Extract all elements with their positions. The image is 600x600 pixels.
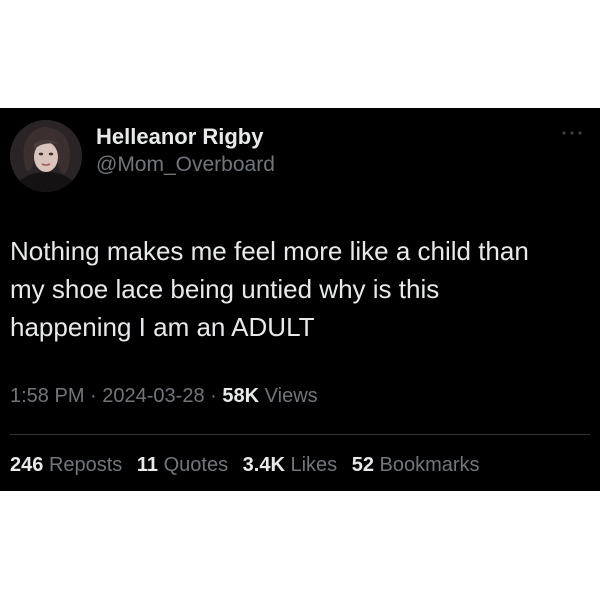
more-horizontal-icon[interactable] <box>558 126 586 140</box>
likes-label: Likes <box>290 454 338 476</box>
tweet-meta: 1:58 PM · 2024-03-28 · 58K Views <box>10 385 318 408</box>
tweet-text-line: Nothing makes me feel more like a child … <box>10 236 529 266</box>
tweet-text: Nothing makes me feel more like a child … <box>10 232 590 346</box>
meta-separator: · <box>210 385 217 407</box>
divider <box>10 434 590 435</box>
display-name[interactable]: Helleanor Rigby <box>96 123 275 151</box>
stat-reposts[interactable]: 246 Reposts <box>10 454 122 476</box>
user-handle[interactable]: @Mom_Overboard <box>96 151 275 179</box>
bookmarks-count: 52 <box>351 454 374 476</box>
profile-photo <box>10 120 82 192</box>
meta-separator: · <box>90 385 97 407</box>
bookmarks-label: Bookmarks <box>379 454 480 476</box>
views-label: Views <box>264 385 318 407</box>
reposts-count: 246 <box>10 454 44 476</box>
stat-likes[interactable]: 3.4K Likes <box>243 454 338 476</box>
engagement-stats: 246 Reposts 11 Quotes 3.4K Likes 52 Book… <box>10 454 480 477</box>
views-count: 58K <box>222 385 260 407</box>
tweet-time[interactable]: 1:58 PM <box>10 385 84 407</box>
tweet-date[interactable]: 2024-03-28 <box>102 385 204 407</box>
tweet-text-line: my shoe lace being untied why is this <box>10 274 440 304</box>
stat-bookmarks[interactable]: 52 Bookmarks <box>352 454 480 476</box>
user-info: Helleanor Rigby @Mom_Overboard <box>96 123 275 179</box>
stat-quotes[interactable]: 11 Quotes <box>137 454 228 476</box>
tweet-text-line: happening I am an ADULT <box>10 312 315 342</box>
reposts-label: Reposts <box>48 454 123 476</box>
quotes-count: 11 <box>136 454 159 476</box>
avatar[interactable] <box>10 120 82 192</box>
quotes-label: Quotes <box>163 454 229 476</box>
likes-count: 3.4K <box>242 454 285 476</box>
tweet-card: Helleanor Rigby @Mom_Overboard Nothing m… <box>0 108 600 491</box>
